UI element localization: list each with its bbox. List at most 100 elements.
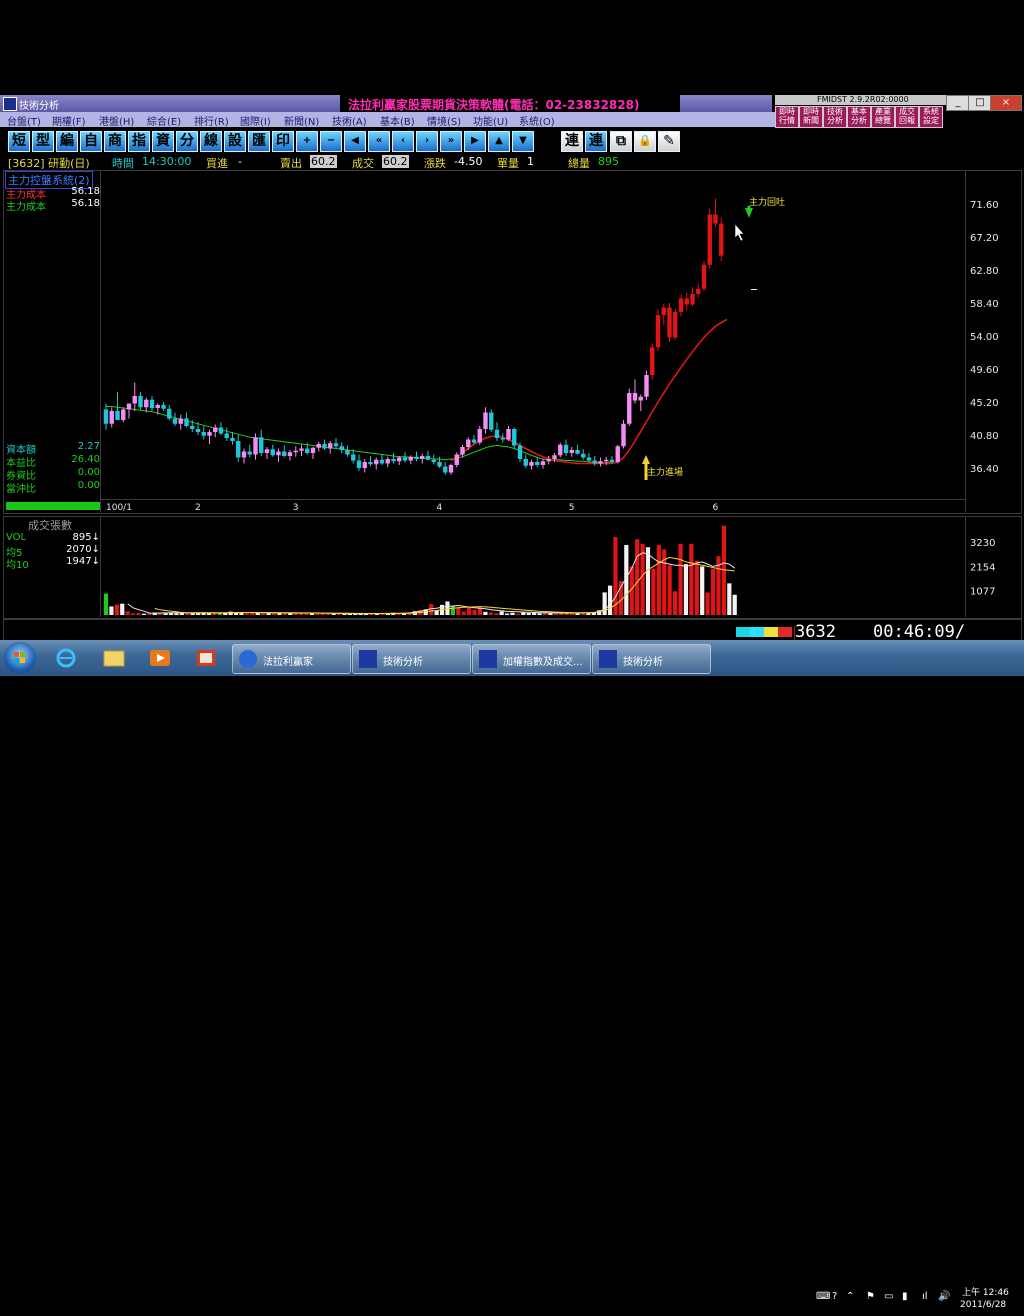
candle-body [224,433,229,438]
price-y-tick: 36.40 [970,464,999,475]
chevron-up-icon[interactable]: ⌃ [846,1291,854,1302]
candle-body [287,452,293,456]
candle-body [270,449,275,456]
cursor-icon [734,223,745,242]
candle-body [489,412,494,430]
ferrari-icon [239,650,257,668]
candle-body [523,459,528,466]
media-player-icon[interactable] [148,647,172,669]
start-button[interactable] [4,642,36,674]
candle-body [345,450,350,455]
candle-body [391,459,396,462]
candle-body [328,443,333,449]
task-index-volume[interactable]: 加權指數及成交... [472,644,591,674]
candle-body [719,223,724,256]
candle-body [167,408,172,419]
candle-body [581,453,586,458]
system-clock: 00:46:09/ [873,622,966,642]
candle-body [477,429,482,443]
candle-body [109,411,114,424]
taskbar: 法拉利贏家 技術分析 加權指數及成交... 技術分析 ⌨ ? ⌃ ⚑ ▭ ▮ ı… [0,640,1024,1310]
chart-app-icon [479,650,497,668]
annotation-buy: 主力進場 [647,466,683,478]
candle-body [241,451,247,458]
candle-body [201,432,206,436]
status-swatch-yellow [764,627,778,637]
candle-body [592,460,597,464]
candle-body [696,288,701,294]
candle-body [609,459,615,462]
candle-body [466,439,471,447]
candle-body [667,307,672,338]
candle-body [276,451,281,456]
task-tech-analysis-1[interactable]: 技術分析 [352,644,471,674]
vol-divider [100,517,101,617]
candle-body [322,444,327,449]
task-label: 加權指數及成交... [503,657,583,668]
task-ferrari[interactable]: 法拉利贏家 [232,644,351,674]
price-y-tick: 54.00 [970,332,999,343]
price-y-tick: 40.80 [970,431,999,442]
candle-body [420,456,425,459]
candle-body [540,461,546,465]
explorer-icon[interactable] [102,647,126,669]
vol-value: 2070↓ [66,544,100,555]
volume-icon[interactable]: 🔊 [938,1291,950,1302]
signal-icon[interactable]: ıl [922,1291,928,1302]
ie-icon[interactable] [54,647,78,669]
candle-body [414,456,419,459]
candle-body [190,426,195,429]
price-x-tick: 2 [195,503,201,513]
app-icon-taskbar[interactable] [194,647,218,669]
task-label: 技術分析 [383,657,423,668]
candle-body [471,439,477,443]
candle-body [408,456,413,461]
candle-body [535,462,540,465]
vol-label: 均10 [6,560,29,571]
candle-body [155,405,160,408]
vol-row: 均10 1947↓ [6,556,100,571]
price-y-tick: 62.80 [970,266,999,277]
candle-body [684,298,689,305]
candle-body [569,450,574,453]
windows-icon [14,652,25,663]
candle-body [627,393,632,424]
candle-body [138,396,143,408]
cost-line [450,318,728,465]
tray-date: 2011/6/28 [960,1300,1007,1310]
candle-body [356,460,362,468]
candle-body [673,312,678,338]
price-x-tick: 4 [437,503,443,513]
price-y-tick: 45.20 [970,398,999,409]
vol-row: 均5 2070↓ [6,544,100,559]
tray-time: 上午 12:46 [962,1288,1009,1298]
battery-icon[interactable]: ▭ [884,1291,893,1302]
candle-body [655,315,661,348]
candle-body [460,447,465,455]
candle-body [707,214,712,265]
candle-body [425,456,431,460]
status-swatch-red [778,627,792,637]
candle-body [247,451,252,455]
help-icon[interactable]: ? [832,1291,837,1302]
sell-arrow-stem [747,206,751,212]
candle-body [713,214,718,224]
vol-row: VOL 895↓ [6,532,100,544]
chart-app-icon [599,650,617,668]
candle-body [149,399,155,408]
candle-body [494,429,500,438]
network-icon[interactable]: ▮ [902,1291,908,1302]
price-y-tick: 49.60 [970,365,999,376]
status-swatch-cyan2 [750,627,764,637]
flag-icon[interactable]: ⚑ [866,1291,875,1302]
candle-body [339,446,344,450]
candle-body [397,457,402,462]
keyboard-icon[interactable]: ⌨ [816,1291,830,1302]
task-tech-analysis-2[interactable]: 技術分析 [592,644,711,674]
candle-body [506,429,511,440]
code-input[interactable]: 3632 [795,624,867,641]
candle-body [615,446,620,462]
candle-body [172,418,178,424]
candle-body [563,444,569,453]
candle-body [385,459,390,464]
